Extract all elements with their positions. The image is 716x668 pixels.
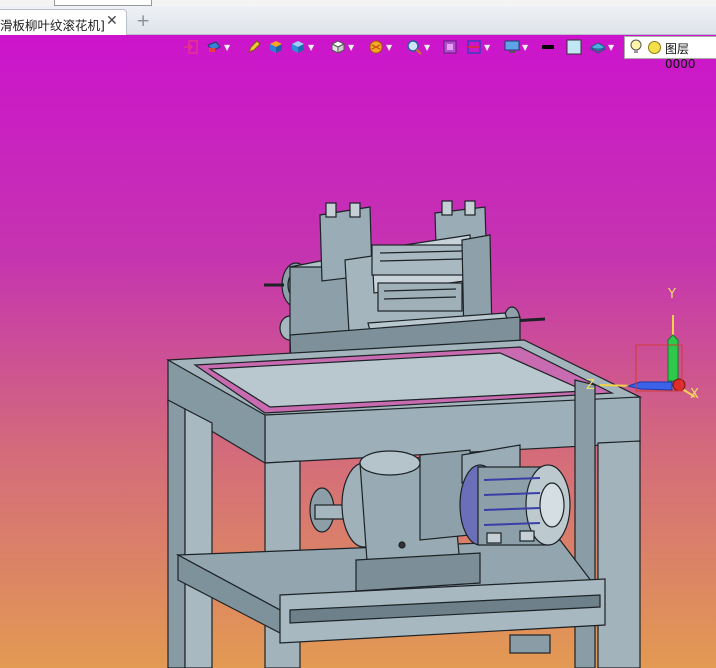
- 3d-viewport[interactable]: Y Z X ▼ ▼ ▼ ▼ ▼ ▼ ▼ ▼ 图层0000: [0, 35, 716, 668]
- chevron-down-icon[interactable]: ▼: [308, 43, 314, 52]
- chevron-down-icon[interactable]: ▼: [386, 43, 392, 52]
- axis-triad: [599, 315, 696, 398]
- layer-name: 图层0000: [665, 42, 696, 71]
- exit-icon[interactable]: [183, 39, 199, 55]
- pencil-icon[interactable]: [246, 39, 262, 55]
- close-icon[interactable]: ✕: [106, 13, 118, 29]
- monitor-icon[interactable]: [504, 39, 520, 55]
- x-axis-label: X: [690, 387, 699, 402]
- chevron-down-icon[interactable]: ▼: [224, 43, 230, 52]
- layer-status-icon[interactable]: [647, 40, 662, 55]
- line-color-icon[interactable]: [540, 39, 556, 55]
- chevron-down-icon[interactable]: ▼: [348, 43, 354, 52]
- document-tab-title: 滑板柳叶纹滚花机]: [0, 18, 105, 33]
- fill-color-icon[interactable]: [566, 39, 582, 55]
- chevron-down-icon[interactable]: ▼: [608, 43, 614, 52]
- chevron-down-icon[interactable]: ▼: [424, 43, 430, 52]
- machine-model: [166, 200, 696, 668]
- layer-selector[interactable]: 图层0000: [624, 36, 716, 71]
- fit-view-icon[interactable]: [442, 39, 458, 55]
- chevron-down-icon[interactable]: ▼: [484, 43, 490, 52]
- layer-stack-icon[interactable]: [590, 39, 606, 55]
- zoom-icon[interactable]: [406, 39, 422, 55]
- cube-view-icon[interactable]: [290, 39, 306, 55]
- document-tab[interactable]: 滑板柳叶纹滚花机] ✕: [0, 9, 127, 35]
- white-cube-icon[interactable]: [330, 39, 346, 55]
- render-ball-icon[interactable]: [368, 39, 384, 55]
- document-tab-bar: 滑板柳叶纹滚花机] ✕ +: [0, 6, 716, 35]
- chevron-down-icon[interactable]: ▼: [522, 43, 528, 52]
- new-tab-button[interactable]: +: [136, 11, 150, 31]
- shaded-box-icon[interactable]: [268, 39, 284, 55]
- z-axis-label: Z: [586, 378, 595, 393]
- section-view-icon[interactable]: [466, 39, 482, 55]
- lightbulb-icon[interactable]: [629, 39, 643, 55]
- y-axis-label: Y: [668, 287, 676, 302]
- display-mode-icon[interactable]: [206, 39, 222, 55]
